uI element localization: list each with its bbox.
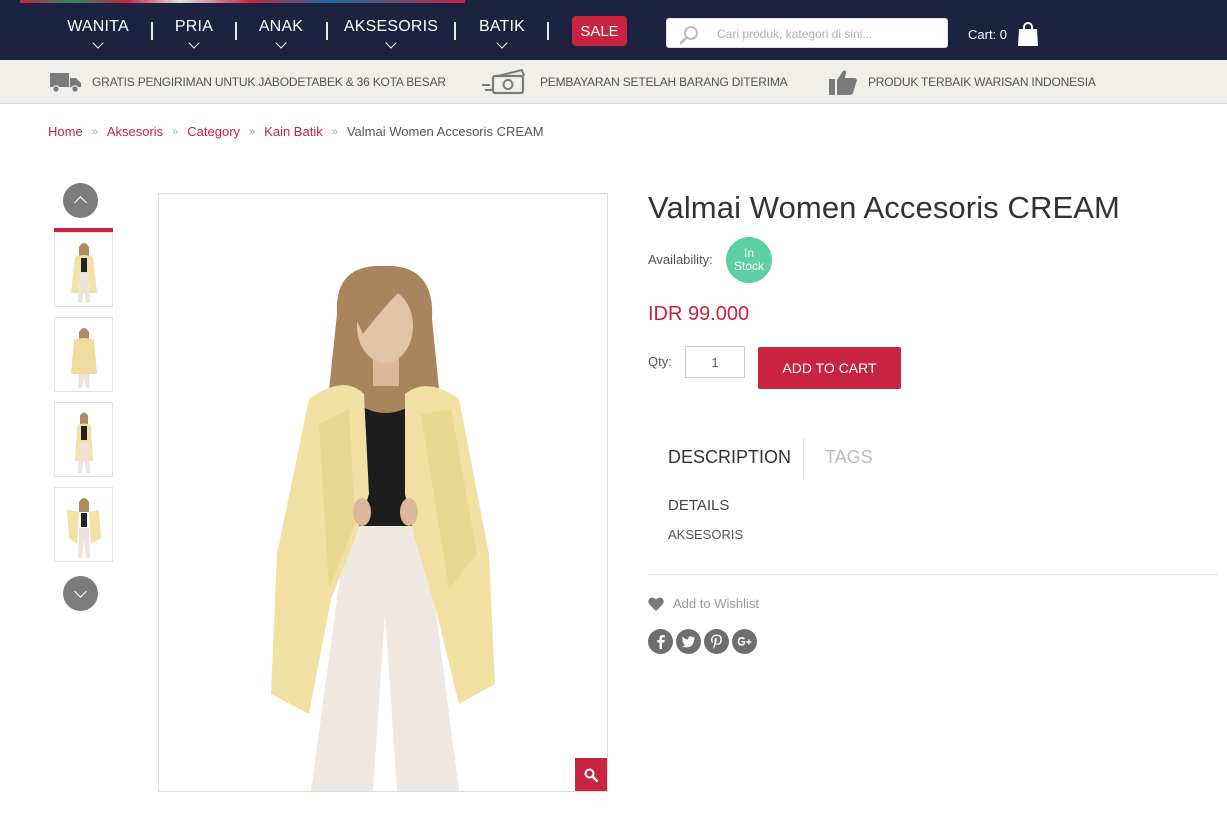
product-price: IDR 99.000	[648, 303, 750, 325]
info-item-payment: PEMBAYARAN SETELAH BARANG DITERIMA	[482, 60, 788, 104]
main-navbar: WANITA PRIA ANAK AKSESORIS BATIK SALE Ca…	[0, 4, 1227, 60]
nav-item-pria[interactable]: PRIA	[174, 4, 214, 60]
info-item-shipping: GRATIS PENGIRIMAN UNTUK JABODETABEK & 36…	[50, 60, 446, 104]
nav-item-aksesoris[interactable]: AKSESORIS	[344, 4, 438, 60]
shopping-bag-icon	[1018, 22, 1039, 46]
chevron-up-icon	[74, 196, 87, 209]
thumbnail-2[interactable]	[54, 317, 113, 392]
availability-label: Availability:	[648, 252, 713, 267]
nav-separator	[235, 22, 237, 40]
nav-label: PRIA	[174, 18, 214, 35]
chevron-down-icon	[188, 37, 200, 49]
twitter-icon[interactable]	[676, 629, 701, 654]
chevron-down-icon	[92, 37, 104, 49]
tab-description[interactable]: DESCRIPTION	[668, 447, 791, 468]
nav-label: BATIK	[478, 18, 526, 35]
nav-item-wanita[interactable]: WANITA	[67, 4, 129, 60]
info-item-quality: PRODUK TERBAIK WARISAN INDONESIA	[829, 60, 1096, 104]
stock-status-badge: In Stock	[726, 237, 772, 283]
details-heading: DETAILS	[668, 497, 730, 514]
product-title: Valmai Women Accesoris CREAM	[648, 190, 1120, 225]
thumbs-up-icon	[829, 70, 857, 95]
main-product-image[interactable]	[158, 193, 608, 792]
info-bar: GRATIS PENGIRIMAN UNTUK JABODETABEK & 36…	[0, 60, 1227, 104]
thumbnail-down-button[interactable]	[63, 576, 98, 611]
tab-tags[interactable]: TAGS	[825, 447, 873, 468]
nav-separator	[151, 22, 153, 40]
chevron-down-icon	[496, 37, 508, 49]
top-decoration	[20, 0, 465, 3]
breadcrumb-aksesoris[interactable]: Aksesoris	[107, 124, 163, 139]
pinterest-icon[interactable]	[704, 629, 729, 654]
search-box	[666, 18, 948, 48]
breadcrumb-kain-batik[interactable]: Kain Batik	[264, 124, 323, 139]
nav-separator	[326, 22, 328, 40]
add-to-cart-button[interactable]: ADD TO CART	[758, 347, 901, 389]
wishlist-label: Add to Wishlist	[673, 596, 759, 611]
product-thumbnail-image	[55, 403, 112, 476]
cash-icon	[482, 69, 525, 95]
facebook-icon[interactable]	[648, 629, 673, 654]
nav-label: AKSESORIS	[343, 18, 439, 35]
thumbnail-3[interactable]	[54, 402, 113, 477]
divider	[648, 574, 1218, 575]
nav-item-anak[interactable]: ANAK	[259, 4, 303, 60]
social-share	[648, 629, 760, 654]
breadcrumb-separator: »	[172, 125, 179, 138]
nav-item-batik[interactable]: BATIK	[479, 4, 525, 60]
nav-label: ANAK	[258, 18, 304, 35]
sale-button[interactable]: SALE	[572, 16, 627, 46]
info-text: PEMBAYARAN SETELAH BARANG DITERIMA	[540, 75, 788, 89]
zoom-button[interactable]	[575, 758, 607, 791]
nav-separator	[547, 22, 549, 40]
thumbnail-up-button[interactable]	[63, 183, 98, 218]
qty-label: Qty:	[648, 354, 672, 369]
breadcrumb: Home » Aksesoris » Category » Kain Batik…	[48, 124, 544, 139]
cart-label: Cart: 0	[968, 26, 1008, 42]
product-thumbnail-image	[55, 233, 112, 306]
product-thumbnail-image	[55, 488, 112, 561]
chevron-down-icon	[275, 37, 287, 49]
nav-separator	[454, 22, 456, 40]
quantity-input[interactable]	[685, 346, 745, 378]
breadcrumb-separator: »	[91, 125, 98, 138]
breadcrumb-current: Valmai Women Accesoris CREAM	[346, 124, 544, 139]
breadcrumb-separator: »	[249, 125, 256, 138]
thumbnail-4[interactable]	[54, 487, 113, 562]
cart-link[interactable]: Cart: 0	[968, 22, 1039, 46]
truck-icon	[50, 73, 81, 93]
breadcrumb-category[interactable]: Category	[187, 124, 240, 139]
google-plus-icon[interactable]	[732, 629, 757, 654]
breadcrumb-separator: »	[331, 125, 338, 138]
search-icon[interactable]	[679, 25, 699, 45]
info-text: GRATIS PENGIRIMAN UNTUK JABODETABEK & 36…	[92, 75, 446, 89]
nav-label: WANITA	[67, 18, 129, 35]
tab-separator	[803, 438, 804, 478]
chevron-down-icon	[74, 585, 87, 598]
details-text: AKSESORIS	[668, 527, 744, 542]
product-thumbnail-image	[55, 318, 112, 391]
heart-icon	[648, 596, 664, 611]
magnify-icon	[584, 768, 598, 782]
search-input[interactable]	[717, 23, 939, 45]
breadcrumb-home[interactable]: Home	[48, 124, 83, 139]
chevron-down-icon	[385, 37, 397, 49]
add-to-wishlist-link[interactable]: Add to Wishlist	[648, 596, 759, 611]
info-text: PRODUK TERBAIK WARISAN INDONESIA	[868, 75, 1096, 89]
product-photo	[159, 194, 607, 791]
thumbnail-1[interactable]	[54, 232, 113, 307]
